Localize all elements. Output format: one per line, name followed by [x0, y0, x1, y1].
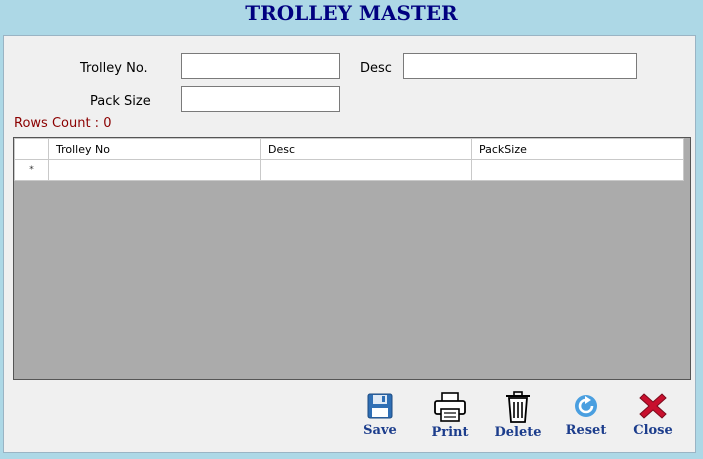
- window-title: TROLLEY MASTER: [245, 1, 458, 25]
- grid-row-header-corner: [14, 138, 49, 160]
- desc-label: Desc: [360, 61, 392, 76]
- reset-label: Reset: [565, 423, 607, 438]
- column-header-packsize[interactable]: PackSize: [471, 138, 684, 160]
- close-x-icon: [639, 393, 667, 419]
- delete-label: Delete: [494, 425, 542, 440]
- new-row-trolley-no-cell[interactable]: [48, 159, 261, 181]
- trolley-grid[interactable]: Trolley No Desc PackSize *: [13, 137, 691, 380]
- new-row-packsize-cell[interactable]: [471, 159, 684, 181]
- close-button[interactable]: Close: [621, 391, 685, 441]
- grid-new-row[interactable]: *: [14, 159, 684, 181]
- new-row-marker[interactable]: *: [14, 159, 49, 181]
- save-label: Save: [363, 423, 397, 438]
- column-header-trolley-no[interactable]: Trolley No: [48, 138, 261, 160]
- desc-input[interactable]: [403, 53, 637, 79]
- close-label: Close: [633, 423, 673, 438]
- print-button[interactable]: Print: [418, 391, 482, 441]
- save-button[interactable]: Save: [348, 391, 412, 441]
- form-panel: Trolley No. Desc Pack Size Rows Count : …: [3, 35, 696, 453]
- print-label: Print: [431, 425, 469, 440]
- rows-count-label: Rows Count : 0: [14, 116, 112, 131]
- trolley-no-input[interactable]: [181, 53, 340, 79]
- pack-size-input[interactable]: [181, 86, 340, 112]
- delete-button[interactable]: Delete: [486, 391, 550, 441]
- trolley-no-label: Trolley No.: [80, 61, 148, 76]
- printer-icon: [434, 392, 466, 422]
- column-header-desc[interactable]: Desc: [260, 138, 472, 160]
- grid-header-row: Trolley No Desc PackSize: [14, 138, 684, 160]
- pack-size-label: Pack Size: [90, 94, 151, 109]
- trash-icon: [506, 391, 530, 423]
- refresh-icon: [575, 395, 597, 417]
- floppy-disk-icon: [367, 393, 393, 419]
- new-row-desc-cell[interactable]: [260, 159, 472, 181]
- reset-button[interactable]: Reset: [554, 391, 618, 441]
